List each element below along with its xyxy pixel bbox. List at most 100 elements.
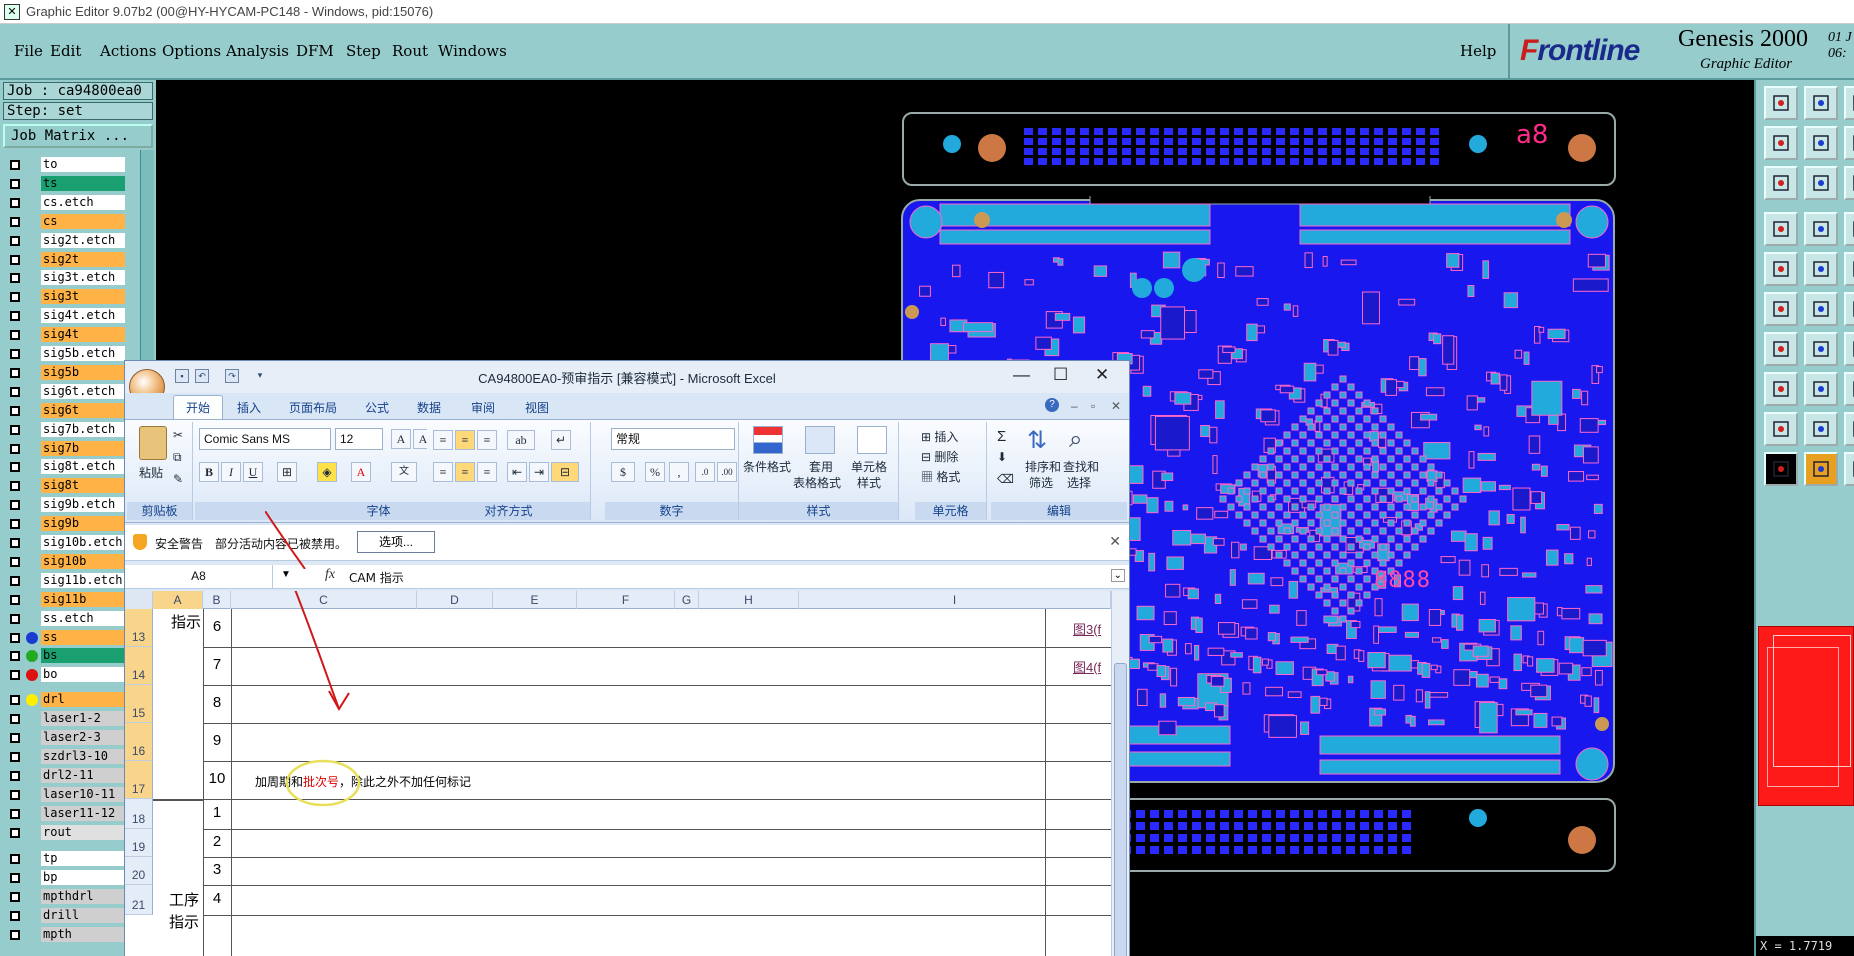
layer-checkbox[interactable] xyxy=(10,273,20,284)
number-format-select[interactable]: 常规 xyxy=(611,428,735,450)
layer-checkbox[interactable] xyxy=(10,519,20,530)
underline-icon[interactable]: U xyxy=(243,462,263,482)
tab-review[interactable]: 审阅 xyxy=(471,399,495,416)
layer-name[interactable]: szdrl3-10 xyxy=(41,748,125,764)
select-circle-icon[interactable] xyxy=(1844,452,1854,486)
layer-row[interactable]: bp xyxy=(3,867,139,888)
cell-style-icon[interactable] xyxy=(857,426,887,454)
line-red-icon[interactable] xyxy=(1764,332,1798,366)
layer-checkbox[interactable] xyxy=(10,311,20,322)
font-color-icon[interactable]: A xyxy=(351,462,371,482)
layer-row[interactable]: sig2t xyxy=(3,249,139,270)
expand-formula-icon[interactable]: ⌄ xyxy=(1110,569,1125,582)
layer-row[interactable]: laser10-11 xyxy=(3,784,139,805)
find-select-button-b[interactable]: 选择 xyxy=(1067,474,1091,491)
layer-checkbox[interactable] xyxy=(10,235,20,246)
select-box-icon[interactable] xyxy=(1804,452,1838,486)
cut-icon[interactable]: ✂ xyxy=(173,428,183,442)
layer-name[interactable]: sig7b.etch xyxy=(41,421,125,437)
layer-checkbox[interactable] xyxy=(10,827,20,838)
layer-row[interactable]: sig7b xyxy=(3,438,139,459)
increase-indent-icon[interactable]: ⇥ xyxy=(529,462,549,482)
sort-filter-button-b[interactable]: 筛选 xyxy=(1029,474,1053,491)
branch-icon[interactable] xyxy=(1844,372,1854,406)
help-icon[interactable]: ? xyxy=(1045,398,1059,412)
save-icon[interactable]: ▪ xyxy=(175,369,189,383)
menu-windows[interactable]: Windows xyxy=(438,42,507,60)
layer-row[interactable]: tp xyxy=(3,848,139,869)
layer-name[interactable]: sig7b xyxy=(41,440,125,456)
layer-name[interactable]: sig11b.etch xyxy=(41,572,125,588)
layer-checkbox[interactable] xyxy=(10,873,20,884)
percent-icon[interactable]: % xyxy=(645,462,665,482)
layer-row[interactable]: sig9b xyxy=(3,513,139,534)
layer-name[interactable]: drl xyxy=(41,692,125,708)
layer-name[interactable]: sig10b xyxy=(41,553,125,569)
layer-name[interactable]: cs xyxy=(41,213,125,229)
tab-view[interactable]: 视图 xyxy=(525,399,549,416)
undo-icon[interactable]: ↶ xyxy=(195,369,209,383)
layer-checkbox[interactable] xyxy=(10,632,20,643)
layer-checkbox[interactable] xyxy=(10,854,20,865)
layer-name[interactable]: laser10-11 xyxy=(41,786,125,802)
undo-zoom-icon[interactable] xyxy=(1844,86,1854,120)
redo-icon[interactable]: ↷ xyxy=(225,369,239,383)
layer-row[interactable]: ss xyxy=(3,627,139,648)
bold-icon[interactable]: B xyxy=(199,462,219,482)
increase-decimal-icon[interactable]: .0 xyxy=(695,462,715,482)
add-line-icon[interactable] xyxy=(1804,252,1838,286)
dash-icon[interactable] xyxy=(1804,372,1838,406)
find-select-button-a[interactable]: 查找和 xyxy=(1063,458,1099,475)
move-up-icon[interactable] xyxy=(1764,86,1798,120)
menu-file[interactable]: File xyxy=(14,42,43,60)
ribbon-minimize-icon[interactable]: – xyxy=(1071,399,1078,413)
layer-row[interactable]: cs.etch xyxy=(3,192,139,213)
layer-row[interactable]: sig10b.etch xyxy=(3,532,139,553)
menu-actions[interactable]: Actions xyxy=(100,42,156,60)
wrap-text-icon[interactable]: ↵ xyxy=(551,430,571,450)
layer-checkbox[interactable] xyxy=(10,911,20,922)
layer-checkbox[interactable] xyxy=(10,651,20,662)
orientation-icon[interactable]: ab xyxy=(507,430,535,450)
layer-row[interactable]: mpth xyxy=(3,924,139,945)
layer-name[interactable]: sig2t xyxy=(41,251,125,267)
layer-row[interactable]: sig3t.etch xyxy=(3,267,139,288)
layer-row[interactable]: sig9b.etch xyxy=(3,494,139,515)
layer-row[interactable]: szdrl3-10 xyxy=(3,746,139,767)
format-painter-icon[interactable]: ✎ xyxy=(173,472,183,486)
table-format-button-a[interactable]: 套用 xyxy=(809,458,833,475)
layer-name[interactable]: sig10b.etch xyxy=(41,535,125,550)
layer-name[interactable]: sig11b xyxy=(41,591,125,607)
layer-row[interactable]: mpthdrl xyxy=(3,886,139,907)
layer-color-dot[interactable] xyxy=(26,631,38,644)
move-right-icon[interactable] xyxy=(1804,126,1838,160)
qat-menu-icon[interactable]: ▾ xyxy=(253,369,267,383)
zoom-home-icon[interactable] xyxy=(1804,166,1838,200)
align-bottom-icon[interactable]: ≡ xyxy=(477,430,497,450)
comma-icon[interactable]: , xyxy=(669,462,689,482)
layer-row[interactable]: drl2-11 xyxy=(3,765,139,786)
fill-icon[interactable]: ⬇ xyxy=(997,450,1007,464)
layer-checkbox[interactable] xyxy=(10,733,20,743)
cross-icon[interactable] xyxy=(1804,292,1838,326)
layer-checkbox[interactable] xyxy=(10,424,20,435)
layer-row[interactable]: sig4t.etch xyxy=(3,305,139,326)
layer-row[interactable]: to xyxy=(3,154,139,175)
warning-close-icon[interactable]: ✕ xyxy=(1109,533,1121,550)
layer-checkbox[interactable] xyxy=(10,462,20,473)
layer-name[interactable]: sig3t xyxy=(41,289,125,305)
layer-name[interactable]: sig4t.etch xyxy=(41,308,125,324)
layer-row[interactable]: sig5b.etch xyxy=(3,343,139,364)
route-icon[interactable] xyxy=(1844,292,1854,326)
layer-checkbox[interactable] xyxy=(10,178,20,189)
tab-formulas[interactable]: 公式 xyxy=(365,399,389,416)
layer-name[interactable]: sig9b.etch xyxy=(41,497,125,513)
table-format-button-b[interactable]: 表格格式 xyxy=(793,474,841,491)
layer-color-dot[interactable] xyxy=(26,669,38,682)
layer-row[interactable]: sig11b.etch xyxy=(3,570,139,591)
layer-name[interactable]: bo xyxy=(41,667,125,683)
overview-preview[interactable] xyxy=(1758,626,1854,806)
layer-checkbox[interactable] xyxy=(10,594,20,605)
copy-icon[interactable]: ⧉ xyxy=(173,450,182,465)
layer-name[interactable]: tp xyxy=(41,851,125,867)
